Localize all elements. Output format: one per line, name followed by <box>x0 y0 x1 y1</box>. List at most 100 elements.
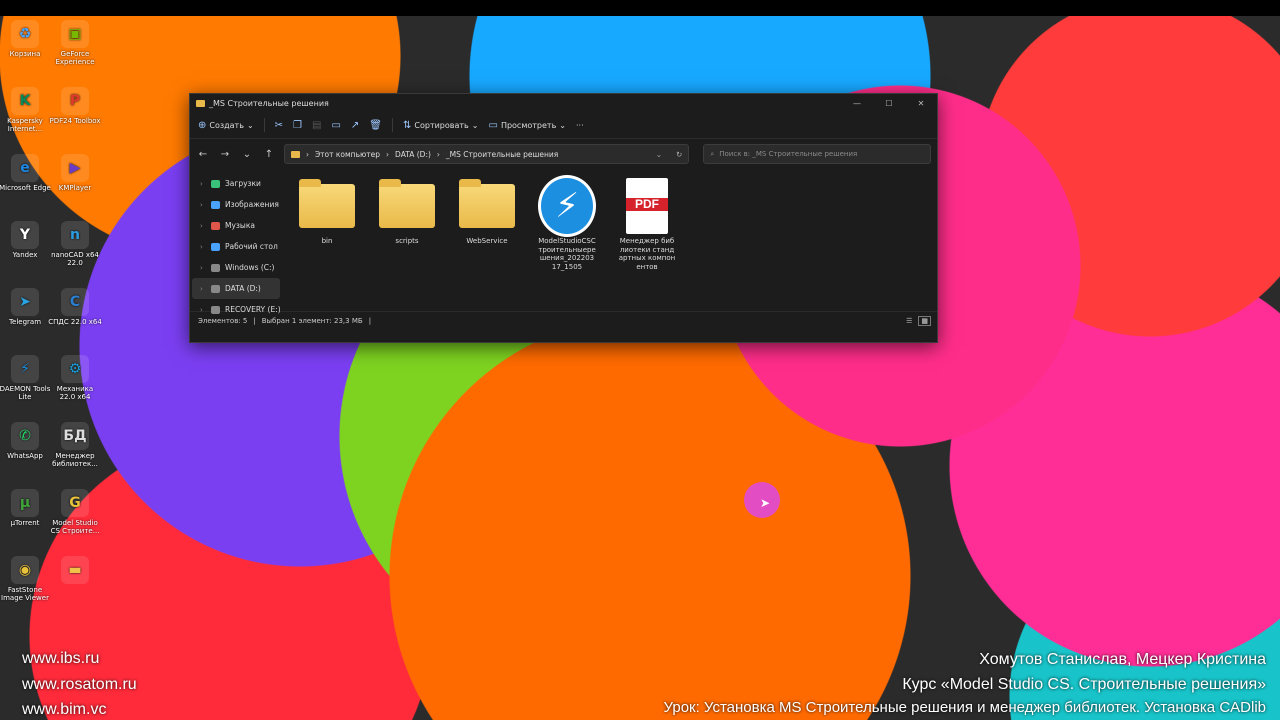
sidebar-item[interactable]: › Рабочий стол <box>190 236 286 257</box>
navigation-pane: › Загрузки › Изображения › Музыка › Рабочий сто… <box>190 169 286 314</box>
sidebar-item[interactable]: › Загрузки <box>190 173 286 194</box>
desktop-shortcut[interactable]: ◉ FastStone Image Viewer <box>0 556 52 602</box>
minimize-button[interactable]: — <box>841 99 873 108</box>
location-icon <box>211 242 220 251</box>
details-view-icon[interactable]: ☰ <box>906 317 912 325</box>
more-options-button[interactable]: ··· <box>576 121 584 130</box>
forward-arrow-icon[interactable]: → <box>218 149 232 160</box>
view-button[interactable]: ▭ Просмотреть ⌄ <box>488 120 566 131</box>
location-icon <box>211 200 220 209</box>
folder-icon <box>290 150 300 158</box>
desktop-shortcut[interactable]: n nanoCAD x64 22.0 <box>48 221 102 267</box>
more-icon: ··· <box>576 120 584 130</box>
breadcrumb-this-pc[interactable]: Этот компьютер <box>315 150 380 159</box>
file-item[interactable]: WebService <box>458 175 516 246</box>
cut-button[interactable]: ✂ <box>275 120 283 131</box>
pdf-badge: PDF <box>626 198 668 211</box>
desktop-shortcut[interactable]: ▶ KMPlayer <box>48 154 102 192</box>
chevron-right-icon[interactable]: › <box>200 180 206 188</box>
desktop-shortcut[interactable]: µ µTorrent <box>0 489 52 527</box>
scissors-icon: ✂ <box>274 119 284 131</box>
refresh-icon[interactable]: ↻ <box>676 150 682 159</box>
selection-info: Выбран 1 элемент: 23,3 МБ <box>261 317 363 325</box>
copy-button[interactable]: ❐ <box>293 120 302 131</box>
rename-icon: ▭ <box>331 119 341 131</box>
large-icons-view-icon[interactable]: ▦ <box>918 316 931 326</box>
address-bar[interactable]: › Этот компьютер › DATA (D:) › _MS Строи… <box>283 144 690 164</box>
chevron-down-icon: ⌄ <box>559 120 566 130</box>
sort-button[interactable]: ⇅ Сортировать ⌄ <box>403 120 478 131</box>
chevron-right-icon[interactable]: › <box>200 306 206 314</box>
sidebar-item[interactable]: › Windows (C:) <box>190 257 286 278</box>
desktop-shortcut[interactable]: K Kaspersky Internet... <box>0 87 52 133</box>
file-name: WebService <box>466 237 508 245</box>
desktop-shortcut[interactable]: P PDF24 Toolbox <box>48 87 102 125</box>
file-item[interactable]: PDF Менеджер библиотеки стандартных компо… <box>618 175 676 271</box>
chevron-right-icon[interactable]: › <box>200 201 206 209</box>
rename-button[interactable]: ▭ <box>331 120 340 131</box>
location-icon <box>211 221 220 230</box>
chevron-right-icon[interactable]: › <box>200 285 206 293</box>
file-item[interactable]: ⚡ ModelStudioCSСтроительныерешения_202203… <box>538 175 596 271</box>
file-name: Менеджер библиотеки стандартных компонен… <box>618 237 676 271</box>
desktop-shortcut[interactable]: Y Yandex <box>0 221 52 259</box>
desktop-shortcut[interactable]: С СПДС 22.0 x64 <box>48 288 102 326</box>
desktop-shortcut[interactable]: e Microsoft Edge <box>0 154 52 192</box>
sidebar-item[interactable]: › DATA (D:) <box>192 278 280 299</box>
desktop-shortcut[interactable]: ▬ <box>48 556 102 586</box>
sidebar-item-label: Загрузки <box>225 179 261 188</box>
app-icon: µ <box>11 489 39 517</box>
shortcut-label: Microsoft Edge <box>0 184 51 192</box>
chevron-right-icon[interactable]: › <box>200 264 206 272</box>
desktop-shortcut[interactable]: БД Менеджер библиотек... <box>48 422 102 468</box>
close-button[interactable]: ✕ <box>905 99 937 108</box>
back-arrow-icon[interactable]: ← <box>196 149 210 160</box>
shortcut-label: Корзина <box>9 50 41 58</box>
desktop-shortcut[interactable]: G Model Studio CS Строите... <box>48 489 102 535</box>
delete-button[interactable]: 🗑 <box>369 120 382 131</box>
breadcrumb-current-folder[interactable]: _MS Строительные решения <box>446 150 558 159</box>
title-bar[interactable]: _MS Строительные решения — ☐ ✕ <box>190 94 937 112</box>
desktop-shortcut[interactable]: ⚡ DAEMON Tools Lite <box>0 355 52 401</box>
window-title: _MS Строительные решения <box>209 98 329 108</box>
up-arrow-icon[interactable]: ↑ <box>262 149 276 160</box>
folder-icon <box>458 175 516 237</box>
maximize-button[interactable]: ☐ <box>873 99 905 108</box>
chevron-down-icon[interactable]: ⌄ <box>656 150 662 159</box>
plus-icon: ⊕ <box>198 119 207 131</box>
file-explorer-window: _MS Строительные решения — ☐ ✕ ⊕ Создать… <box>189 93 938 343</box>
desktop-shortcut[interactable]: ♻ Корзина <box>0 20 52 58</box>
recent-chevron-icon[interactable]: ⌄ <box>240 149 254 160</box>
copy-icon: ❐ <box>293 119 302 131</box>
breadcrumb-data-drive[interactable]: DATA (D:) <box>395 150 431 159</box>
chevron-right-icon[interactable]: › <box>200 222 206 230</box>
shortcut-label: PDF24 Toolbox <box>49 117 101 125</box>
sidebar-item[interactable]: › Музыка <box>190 215 286 236</box>
shortcut-label: Механика 22.0 x64 <box>56 385 94 401</box>
view-label: Просмотреть <box>500 120 557 130</box>
breadcrumb-separator: › <box>436 149 440 159</box>
shortcut-label: µTorrent <box>10 519 40 527</box>
shortcut-label: Yandex <box>12 251 38 259</box>
desktop-shortcut[interactable]: ✆ WhatsApp <box>0 422 52 460</box>
share-button[interactable]: ↗ <box>351 120 359 131</box>
search-input[interactable]: ⌕ Поиск в: _MS Строительные решения <box>703 144 932 164</box>
app-icon: БД <box>61 422 89 450</box>
command-bar: ⊕ Создать ⌄ ✂ ❐ ▤ ▭ ↗ 🗑 ⇅ Сортировать ⌄ … <box>190 112 937 139</box>
desktop-shortcut[interactable]: ➤ Telegram <box>0 288 52 326</box>
paste-icon: ▤ <box>312 119 322 131</box>
sidebar-item-label: Рабочий стол <box>225 242 278 251</box>
shortcut-label: DAEMON Tools Lite <box>0 385 51 401</box>
file-item[interactable]: scripts <box>378 175 436 246</box>
file-item[interactable]: bin <box>298 175 356 246</box>
mouse-pointer-icon: ➤ <box>760 496 771 510</box>
app-icon: e <box>11 154 39 182</box>
shortcut-label: Kaspersky Internet... <box>7 117 43 133</box>
app-icon: P <box>61 87 89 115</box>
chevron-right-icon[interactable]: › <box>200 243 206 251</box>
create-button[interactable]: ⊕ Создать ⌄ <box>198 120 254 131</box>
desktop-shortcut[interactable]: ⚙ Механика 22.0 x64 <box>48 355 102 401</box>
sidebar-item[interactable]: › Изображения <box>190 194 286 215</box>
paste-button[interactable]: ▤ <box>312 120 321 131</box>
desktop-shortcut[interactable]: ▣ GeForce Experience <box>48 20 102 66</box>
